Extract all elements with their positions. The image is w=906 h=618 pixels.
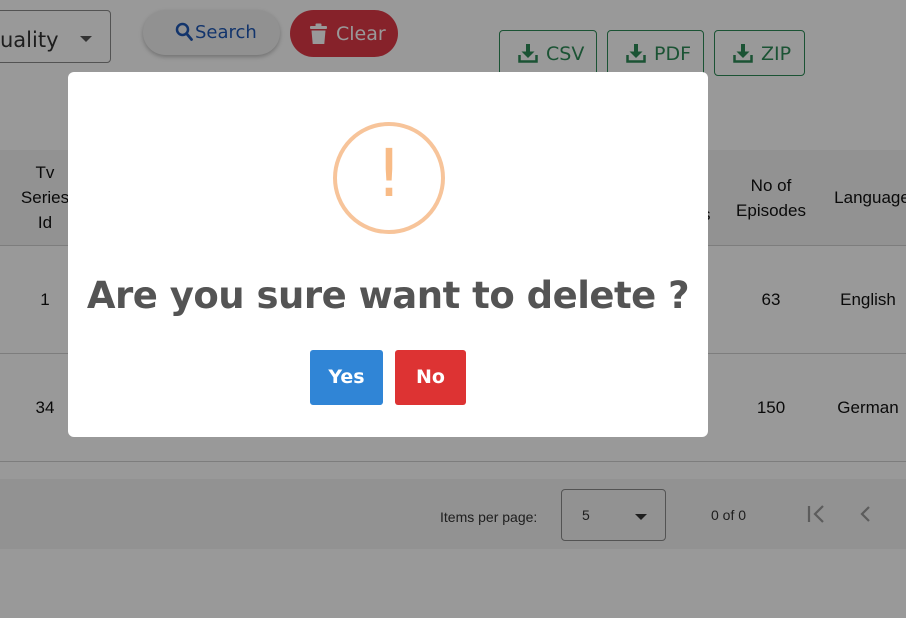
page: uality Search Clear CSV PDF ZIP Tv Serie…: [0, 0, 906, 618]
yes-button[interactable]: Yes: [310, 350, 383, 405]
dialog-title: Are you sure want to delete ?: [86, 274, 690, 317]
warning-exclamation-icon: !: [333, 122, 445, 234]
no-button[interactable]: No: [395, 350, 466, 405]
exclamation-mark: !: [375, 135, 403, 212]
confirm-delete-dialog: ! Are you sure want to delete ? Yes No: [68, 72, 708, 437]
